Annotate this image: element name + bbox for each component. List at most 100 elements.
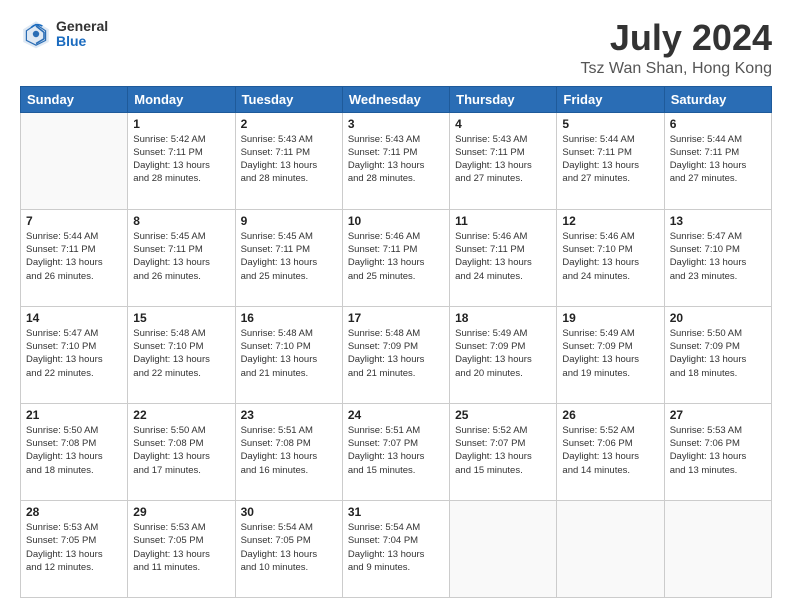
calendar-cell: 4 Sunrise: 5:43 AM Sunset: 7:11 PM Daylig… bbox=[450, 112, 557, 209]
week-row-4: 21Sunrise: 5:50 AM Sunset: 7:08 PM Dayli… bbox=[21, 403, 772, 500]
logo-blue-text: Blue bbox=[56, 34, 108, 49]
week-row-1: 1 Sunrise: 5:42 AM Sunset: 7:11 PM Daylig… bbox=[21, 112, 772, 209]
day-number: 31 bbox=[348, 505, 444, 519]
calendar-cell: 16 Sunrise: 5:48 AM Sunset: 7:10 PM Dayli… bbox=[235, 306, 342, 403]
day-number: 13 bbox=[670, 214, 766, 228]
day-info: Sunrise: 5:50 AM Sunset: 7:09 PM Dayligh… bbox=[670, 327, 766, 380]
calendar-cell: 13Sunrise: 5:47 AM Sunset: 7:10 PM Dayli… bbox=[664, 209, 771, 306]
day-number: 6 bbox=[670, 117, 766, 131]
day-info: Sunrise: 5:49 AM Sunset: 7:09 PM Dayligh… bbox=[455, 327, 551, 380]
calendar-cell: 22 Sunrise: 5:50 AM Sunset: 7:08 PM Dayli… bbox=[128, 403, 235, 500]
day-info: Sunrise: 5:50 AM Sunset: 7:08 PM Dayligh… bbox=[133, 424, 229, 477]
day-info: Sunrise: 5:43 AM Sunset: 7:11 PM Dayligh… bbox=[348, 133, 444, 186]
title-block: July 2024 Tsz Wan Shan, Hong Kong bbox=[580, 18, 772, 78]
logo: General Blue bbox=[20, 18, 108, 50]
logo-general-text: General bbox=[56, 19, 108, 34]
day-number: 7 bbox=[26, 214, 122, 228]
day-info: Sunrise: 5:43 AM Sunset: 7:11 PM Dayligh… bbox=[241, 133, 337, 186]
header-tuesday: Tuesday bbox=[235, 86, 342, 112]
week-row-5: 28Sunrise: 5:53 AM Sunset: 7:05 PM Dayli… bbox=[21, 500, 772, 597]
header-saturday: Saturday bbox=[664, 86, 771, 112]
day-number: 4 bbox=[455, 117, 551, 131]
week-row-3: 14Sunrise: 5:47 AM Sunset: 7:10 PM Dayli… bbox=[21, 306, 772, 403]
day-number: 15 bbox=[133, 311, 229, 325]
calendar-cell: 18 Sunrise: 5:49 AM Sunset: 7:09 PM Dayli… bbox=[450, 306, 557, 403]
day-number: 5 bbox=[562, 117, 658, 131]
calendar-cell: 5 Sunrise: 5:44 AM Sunset: 7:11 PM Daylig… bbox=[557, 112, 664, 209]
calendar-cell: 20 Sunrise: 5:50 AM Sunset: 7:09 PM Dayli… bbox=[664, 306, 771, 403]
day-info: Sunrise: 5:53 AM Sunset: 7:05 PM Dayligh… bbox=[26, 521, 122, 574]
day-info: Sunrise: 5:45 AM Sunset: 7:11 PM Dayligh… bbox=[133, 230, 229, 283]
day-info: Sunrise: 5:44 AM Sunset: 7:11 PM Dayligh… bbox=[670, 133, 766, 186]
day-number: 30 bbox=[241, 505, 337, 519]
calendar-cell bbox=[557, 500, 664, 597]
calendar-cell: 8 Sunrise: 5:45 AM Sunset: 7:11 PM Daylig… bbox=[128, 209, 235, 306]
day-number: 14 bbox=[26, 311, 122, 325]
week-row-2: 7 Sunrise: 5:44 AM Sunset: 7:11 PM Daylig… bbox=[21, 209, 772, 306]
calendar-cell: 21Sunrise: 5:50 AM Sunset: 7:08 PM Dayli… bbox=[21, 403, 128, 500]
calendar-cell: 14Sunrise: 5:47 AM Sunset: 7:10 PM Dayli… bbox=[21, 306, 128, 403]
calendar-cell: 25 Sunrise: 5:52 AM Sunset: 7:07 PM Dayli… bbox=[450, 403, 557, 500]
calendar-cell: 6 Sunrise: 5:44 AM Sunset: 7:11 PM Daylig… bbox=[664, 112, 771, 209]
calendar-cell: 30 Sunrise: 5:54 AM Sunset: 7:05 PM Dayli… bbox=[235, 500, 342, 597]
header-monday: Monday bbox=[128, 86, 235, 112]
header-sunday: Sunday bbox=[21, 86, 128, 112]
logo-text: General Blue bbox=[56, 19, 108, 50]
day-number: 18 bbox=[455, 311, 551, 325]
day-info: Sunrise: 5:46 AM Sunset: 7:10 PM Dayligh… bbox=[562, 230, 658, 283]
calendar-cell: 28Sunrise: 5:53 AM Sunset: 7:05 PM Dayli… bbox=[21, 500, 128, 597]
calendar-cell: 1 Sunrise: 5:42 AM Sunset: 7:11 PM Daylig… bbox=[128, 112, 235, 209]
calendar-cell bbox=[450, 500, 557, 597]
day-info: Sunrise: 5:51 AM Sunset: 7:07 PM Dayligh… bbox=[348, 424, 444, 477]
calendar-cell: 29Sunrise: 5:53 AM Sunset: 7:05 PM Dayli… bbox=[128, 500, 235, 597]
logo-icon bbox=[20, 18, 52, 50]
day-info: Sunrise: 5:45 AM Sunset: 7:11 PM Dayligh… bbox=[241, 230, 337, 283]
calendar-cell: 9Sunrise: 5:45 AM Sunset: 7:11 PM Daylig… bbox=[235, 209, 342, 306]
day-number: 22 bbox=[133, 408, 229, 422]
day-number: 19 bbox=[562, 311, 658, 325]
day-info: Sunrise: 5:46 AM Sunset: 7:11 PM Dayligh… bbox=[455, 230, 551, 283]
day-info: Sunrise: 5:54 AM Sunset: 7:05 PM Dayligh… bbox=[241, 521, 337, 574]
day-info: Sunrise: 5:43 AM Sunset: 7:11 PM Dayligh… bbox=[455, 133, 551, 186]
calendar-cell: 7 Sunrise: 5:44 AM Sunset: 7:11 PM Daylig… bbox=[21, 209, 128, 306]
day-number: 20 bbox=[670, 311, 766, 325]
calendar-cell: 31 Sunrise: 5:54 AM Sunset: 7:04 PM Dayli… bbox=[342, 500, 449, 597]
day-number: 10 bbox=[348, 214, 444, 228]
day-info: Sunrise: 5:52 AM Sunset: 7:07 PM Dayligh… bbox=[455, 424, 551, 477]
calendar-cell: 15 Sunrise: 5:48 AM Sunset: 7:10 PM Dayli… bbox=[128, 306, 235, 403]
day-number: 29 bbox=[133, 505, 229, 519]
day-info: Sunrise: 5:48 AM Sunset: 7:10 PM Dayligh… bbox=[133, 327, 229, 380]
calendar-cell: 27Sunrise: 5:53 AM Sunset: 7:06 PM Dayli… bbox=[664, 403, 771, 500]
day-number: 8 bbox=[133, 214, 229, 228]
day-info: Sunrise: 5:51 AM Sunset: 7:08 PM Dayligh… bbox=[241, 424, 337, 477]
main-title: July 2024 bbox=[580, 18, 772, 58]
calendar-cell: 26Sunrise: 5:52 AM Sunset: 7:06 PM Dayli… bbox=[557, 403, 664, 500]
day-info: Sunrise: 5:53 AM Sunset: 7:06 PM Dayligh… bbox=[670, 424, 766, 477]
day-info: Sunrise: 5:44 AM Sunset: 7:11 PM Dayligh… bbox=[562, 133, 658, 186]
calendar-cell: 24Sunrise: 5:51 AM Sunset: 7:07 PM Dayli… bbox=[342, 403, 449, 500]
calendar-table: Sunday Monday Tuesday Wednesday Thursday… bbox=[20, 86, 772, 598]
calendar-cell bbox=[664, 500, 771, 597]
day-info: Sunrise: 5:49 AM Sunset: 7:09 PM Dayligh… bbox=[562, 327, 658, 380]
header-thursday: Thursday bbox=[450, 86, 557, 112]
day-number: 23 bbox=[241, 408, 337, 422]
calendar-cell: 3Sunrise: 5:43 AM Sunset: 7:11 PM Daylig… bbox=[342, 112, 449, 209]
day-info: Sunrise: 5:42 AM Sunset: 7:11 PM Dayligh… bbox=[133, 133, 229, 186]
calendar-cell: 19 Sunrise: 5:49 AM Sunset: 7:09 PM Dayli… bbox=[557, 306, 664, 403]
day-info: Sunrise: 5:54 AM Sunset: 7:04 PM Dayligh… bbox=[348, 521, 444, 574]
day-number: 16 bbox=[241, 311, 337, 325]
day-info: Sunrise: 5:44 AM Sunset: 7:11 PM Dayligh… bbox=[26, 230, 122, 283]
day-info: Sunrise: 5:52 AM Sunset: 7:06 PM Dayligh… bbox=[562, 424, 658, 477]
calendar-cell: 12Sunrise: 5:46 AM Sunset: 7:10 PM Dayli… bbox=[557, 209, 664, 306]
calendar-cell: 11Sunrise: 5:46 AM Sunset: 7:11 PM Dayli… bbox=[450, 209, 557, 306]
day-info: Sunrise: 5:48 AM Sunset: 7:10 PM Dayligh… bbox=[241, 327, 337, 380]
day-number: 1 bbox=[133, 117, 229, 131]
calendar-cell: 23 Sunrise: 5:51 AM Sunset: 7:08 PM Dayli… bbox=[235, 403, 342, 500]
day-info: Sunrise: 5:48 AM Sunset: 7:09 PM Dayligh… bbox=[348, 327, 444, 380]
day-number: 25 bbox=[455, 408, 551, 422]
header-friday: Friday bbox=[557, 86, 664, 112]
calendar-cell bbox=[21, 112, 128, 209]
calendar-cell: 2Sunrise: 5:43 AM Sunset: 7:11 PM Daylig… bbox=[235, 112, 342, 209]
day-info: Sunrise: 5:50 AM Sunset: 7:08 PM Dayligh… bbox=[26, 424, 122, 477]
header: General Blue July 2024 Tsz Wan Shan, Hon… bbox=[20, 18, 772, 78]
